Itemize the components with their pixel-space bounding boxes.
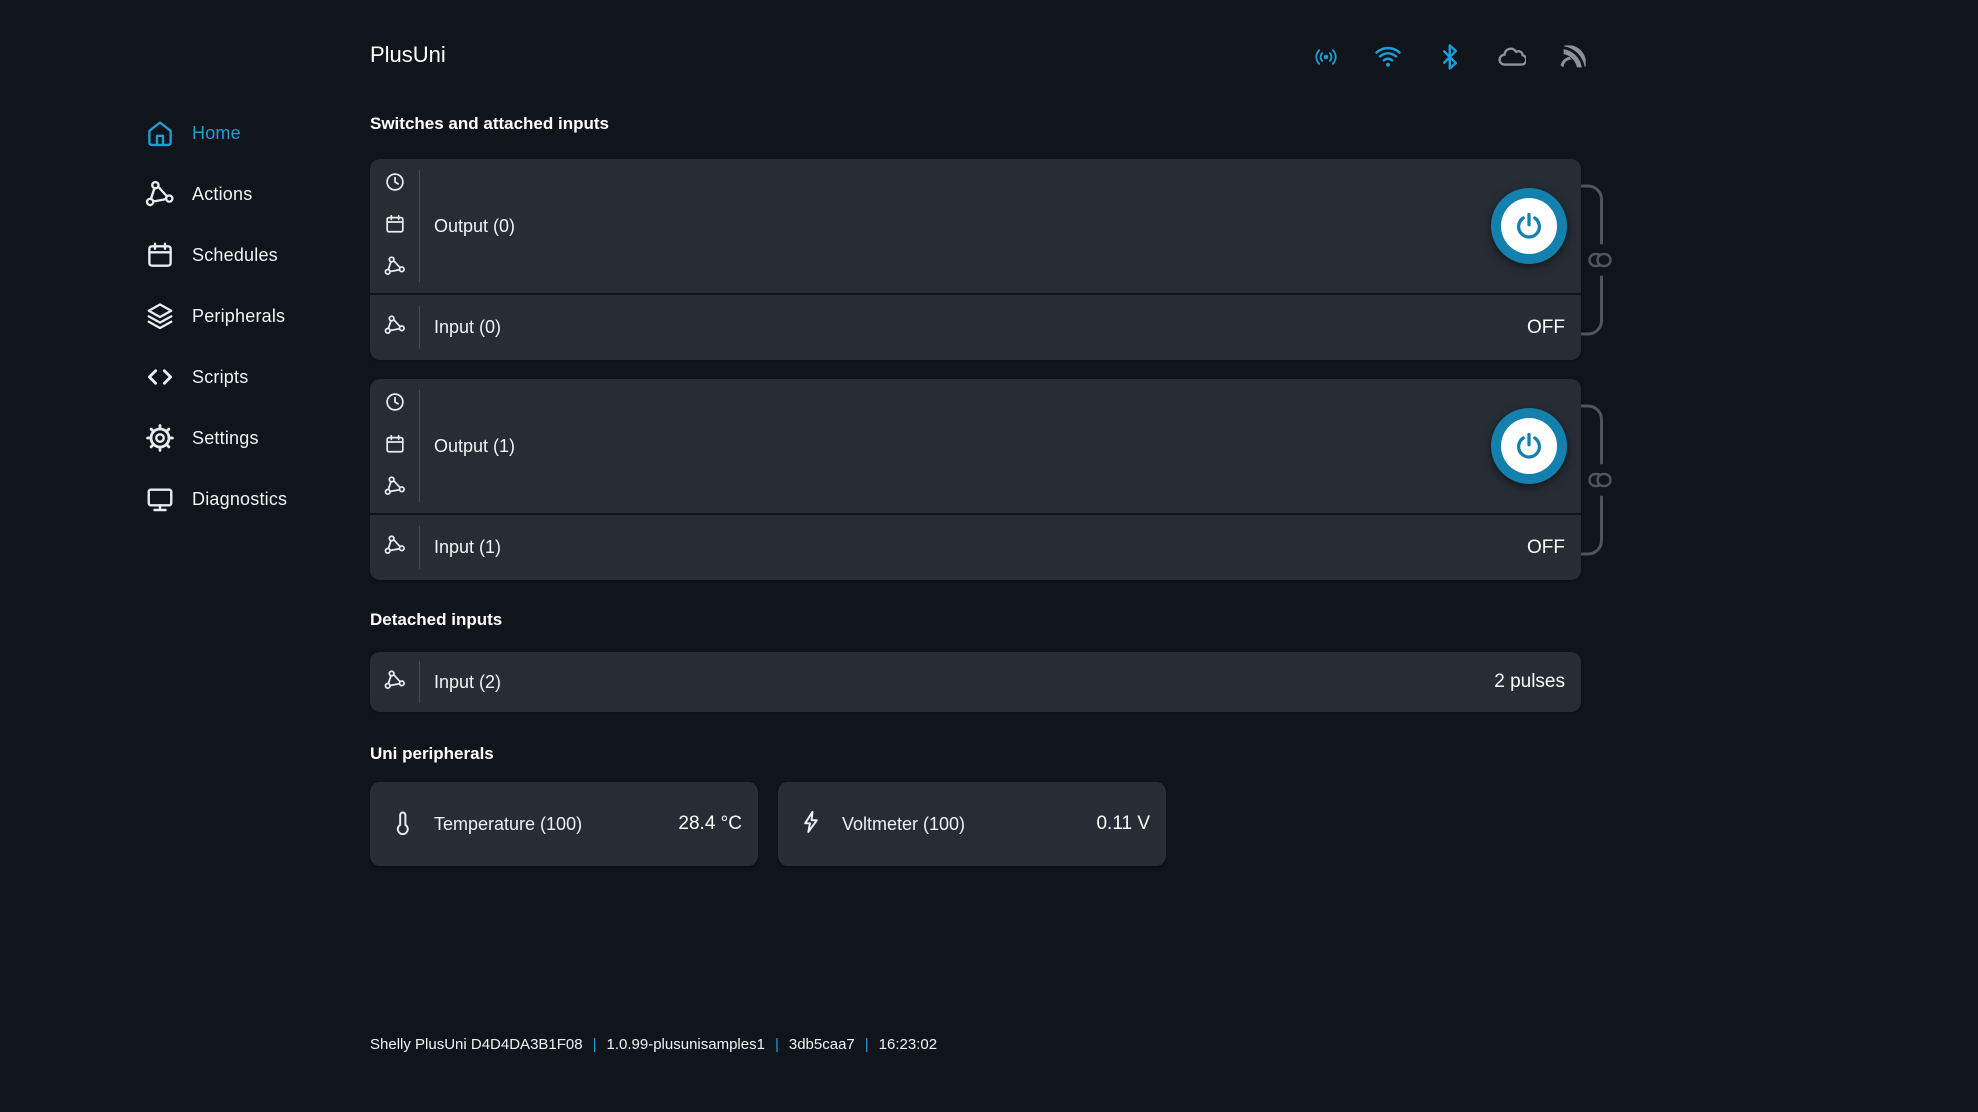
input-state-badge: 2 pulses bbox=[1494, 671, 1565, 693]
main-content: Switches and attached inputs Output (0) bbox=[370, 0, 1581, 866]
actions-icon bbox=[145, 179, 175, 209]
schedule-icon bbox=[384, 433, 406, 460]
peripheral-label: Voltmeter (100) bbox=[842, 814, 965, 835]
link-connector bbox=[1581, 184, 1615, 336]
input-label: Input (1) bbox=[434, 537, 501, 558]
sidebar-item-settings[interactable]: Settings bbox=[145, 416, 385, 460]
section-heading-detached: Detached inputs bbox=[370, 609, 1581, 631]
build-hash: 3db5caa7 bbox=[789, 1036, 855, 1053]
sidebar-item-diagnostics[interactable]: Diagnostics bbox=[145, 477, 385, 521]
actions-icon bbox=[384, 534, 406, 561]
power-icon bbox=[1501, 198, 1557, 254]
input-state-badge: OFF bbox=[1527, 537, 1565, 559]
actions-icon bbox=[384, 255, 406, 282]
input-label: Input (2) bbox=[434, 672, 501, 693]
sidebar-item-actions[interactable]: Actions bbox=[145, 172, 385, 216]
input-state-badge: OFF bbox=[1527, 317, 1565, 339]
output-feature-icons bbox=[370, 170, 420, 282]
output-row-0[interactable]: Output (0) bbox=[370, 159, 1581, 293]
footer-separator: | bbox=[775, 1036, 779, 1053]
output-label: Output (1) bbox=[434, 436, 515, 457]
peripheral-value: 28.4 °C bbox=[678, 813, 742, 835]
footer-separator: | bbox=[865, 1036, 869, 1053]
sidebar-item-label: Settings bbox=[192, 428, 259, 449]
actions-icon bbox=[384, 314, 406, 341]
input-row-0[interactable]: Input (0) OFF bbox=[370, 295, 1581, 360]
home-icon bbox=[145, 118, 175, 148]
thermometer-icon bbox=[390, 809, 416, 840]
voltmeter-card[interactable]: Voltmeter (100) 0.11 V bbox=[778, 782, 1166, 866]
footer-separator: | bbox=[593, 1036, 597, 1053]
power-icon bbox=[1501, 418, 1557, 474]
peripheral-value: 0.11 V bbox=[1096, 813, 1150, 835]
monitor-icon bbox=[145, 484, 175, 514]
timer-icon bbox=[384, 391, 406, 418]
sidebar-item-label: Diagnostics bbox=[192, 489, 287, 510]
input-feature-icons bbox=[370, 306, 420, 349]
link-connector bbox=[1581, 404, 1615, 556]
power-toggle-button-1[interactable] bbox=[1491, 408, 1567, 484]
sidebar: Home Actions Schedules Peripherals Scrip… bbox=[145, 111, 385, 538]
input-feature-icons bbox=[370, 526, 420, 569]
output-feature-icons bbox=[370, 390, 420, 502]
layers-icon bbox=[145, 301, 175, 331]
firmware-version: 1.0.99-plusunisamples1 bbox=[607, 1036, 765, 1053]
timer-icon bbox=[384, 171, 406, 198]
peripherals-row: Temperature (100) 28.4 °C Voltmeter (100… bbox=[370, 782, 1581, 866]
temperature-card[interactable]: Temperature (100) 28.4 °C bbox=[370, 782, 758, 866]
link-icon bbox=[1590, 474, 1611, 486]
voltmeter-icon bbox=[798, 809, 824, 840]
section-heading-switches: Switches and attached inputs bbox=[370, 113, 1581, 135]
device-info-footer: Shelly PlusUni D4D4DA3B1F08 | 1.0.99-plusu… bbox=[370, 1036, 937, 1053]
app-root: Home Actions Schedules Peripherals Scrip… bbox=[0, 0, 1978, 1112]
input-label: Input (0) bbox=[434, 317, 501, 338]
input-row-1[interactable]: Input (1) OFF bbox=[370, 515, 1581, 580]
power-toggle-button-0[interactable] bbox=[1491, 188, 1567, 264]
sidebar-item-schedules[interactable]: Schedules bbox=[145, 233, 385, 277]
output-row-1[interactable]: Output (1) bbox=[370, 379, 1581, 513]
sidebar-item-home[interactable]: Home bbox=[145, 111, 385, 155]
peripheral-label: Temperature (100) bbox=[434, 814, 582, 835]
code-icon bbox=[145, 362, 175, 392]
sidebar-item-label: Scripts bbox=[192, 367, 248, 388]
device-time: 16:23:02 bbox=[879, 1036, 937, 1053]
sidebar-item-label: Actions bbox=[192, 184, 252, 205]
actions-icon bbox=[384, 475, 406, 502]
sidebar-item-peripherals[interactable]: Peripherals bbox=[145, 294, 385, 338]
link-icon bbox=[1590, 254, 1611, 266]
sidebar-item-label: Home bbox=[192, 123, 241, 144]
sidebar-item-label: Peripherals bbox=[192, 306, 285, 327]
switch-group-1: Output (1) Input (1) OFF bbox=[370, 379, 1581, 580]
switch-group-0: Output (0) Input (0) OFF bbox=[370, 159, 1581, 360]
detached-input-row[interactable]: Input (2) 2 pulses bbox=[370, 652, 1581, 712]
sidebar-item-scripts[interactable]: Scripts bbox=[145, 355, 385, 399]
actions-icon bbox=[384, 669, 406, 696]
device-name: Shelly PlusUni D4D4DA3B1F08 bbox=[370, 1036, 583, 1053]
gear-icon bbox=[145, 423, 175, 453]
input-feature-icons bbox=[370, 661, 420, 703]
schedule-icon bbox=[384, 213, 406, 240]
sidebar-item-label: Schedules bbox=[192, 245, 278, 266]
section-heading-peripherals: Uni peripherals bbox=[370, 743, 1581, 765]
calendar-icon bbox=[145, 240, 175, 270]
output-label: Output (0) bbox=[434, 216, 515, 237]
